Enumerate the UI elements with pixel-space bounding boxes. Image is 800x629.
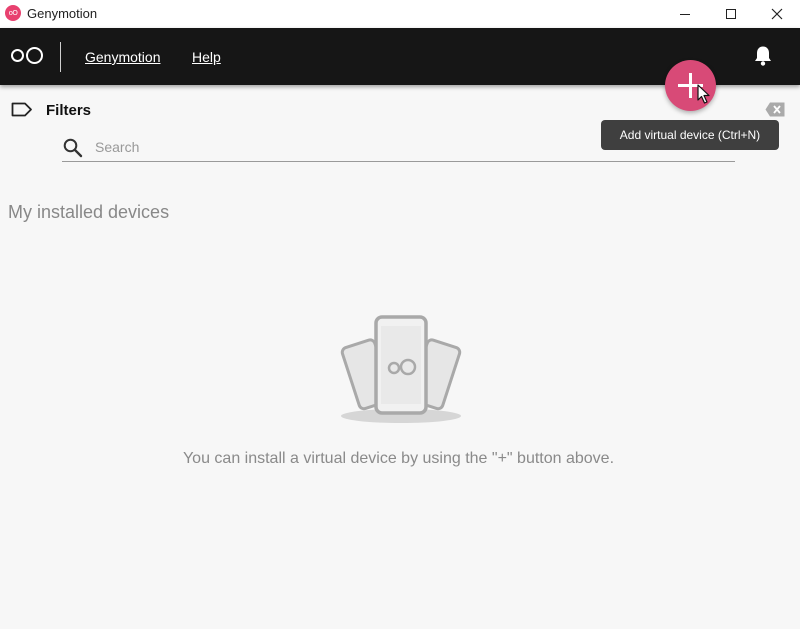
maximize-button[interactable] xyxy=(708,0,754,28)
section-title-installed-devices: My installed devices xyxy=(8,202,170,222)
app-icon: oO xyxy=(5,5,21,21)
notification-bell-icon[interactable] xyxy=(753,45,773,67)
clear-filter-icon[interactable] xyxy=(765,102,785,117)
mouse-cursor-icon xyxy=(697,84,710,104)
window-title: Genymotion xyxy=(27,6,98,21)
empty-state-message: You can install a virtual device by usin… xyxy=(182,450,615,467)
maximize-icon xyxy=(726,9,736,19)
genymotion-logo-icon xyxy=(11,40,43,70)
search-icon xyxy=(63,138,83,158)
header-divider xyxy=(60,42,61,72)
menu-help-label: Help xyxy=(192,49,221,65)
search-input[interactable] xyxy=(95,136,585,158)
search-underline xyxy=(62,161,735,162)
close-button[interactable] xyxy=(754,0,800,28)
empty-devices-illustration-icon xyxy=(340,315,462,423)
close-icon xyxy=(771,8,783,20)
filters-label[interactable]: Filters xyxy=(46,102,91,119)
filter-tag-icon[interactable] xyxy=(11,102,33,117)
minimize-icon xyxy=(680,13,690,15)
menu-genymotion-label: Genymotion xyxy=(85,49,161,65)
menu-genymotion[interactable]: Genymotion xyxy=(85,49,160,65)
minimize-button[interactable] xyxy=(662,0,708,28)
window-titlebar: oO Genymotion xyxy=(0,0,800,28)
add-device-tooltip: Add virtual device (Ctrl+N) xyxy=(601,120,779,150)
menu-help[interactable]: Help xyxy=(192,49,221,65)
